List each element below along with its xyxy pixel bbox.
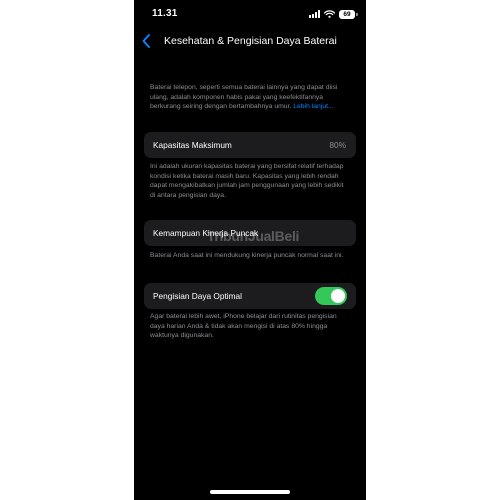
optimized-charging-toggle[interactable] [315,287,347,305]
phone-screen: 11.31 69 Kesehatan & Pengisian Daya Bate… [134,0,366,500]
cellular-signal-icon [309,10,320,18]
optimized-charging-row: Pengisian Daya Optimal [144,283,356,309]
chevron-left-icon[interactable] [139,32,155,50]
battery-icon: 69 [339,9,358,19]
toggle-knob [331,289,345,303]
home-indicator[interactable] [210,490,290,494]
peak-performance-description: Baterai Anda saat ini mendukung kinerja … [150,252,344,259]
max-capacity-description: Ini adalah ukuran kapasitas baterai yang… [150,163,344,199]
learn-more-link[interactable]: Lebih lanjut... [293,103,333,110]
max-capacity-label: Kapasitas Maksimum [153,140,232,150]
status-icons: 69 [309,5,358,23]
max-capacity-row: Kapasitas Maksimum 80% [144,132,356,158]
optimized-charging-description: Agar baterai lebih awet, iPhone belajar … [150,313,337,340]
intro-description: Baterai telepon, seperti semua baterai l… [150,83,350,112]
status-time: 11.31 [152,8,178,19]
wifi-icon [323,5,336,23]
max-capacity-value: 80% [329,140,346,150]
page-title: Kesehatan & Pengisian Daya Baterai [164,35,337,47]
peak-performance-row: Kemampuan Kinerja Puncak [144,220,356,246]
status-bar: 11.31 69 [134,0,366,28]
optimized-charging-label: Pengisian Daya Optimal [153,291,243,301]
nav-bar: Kesehatan & Pengisian Daya Baterai [134,30,366,52]
peak-performance-label: Kemampuan Kinerja Puncak [153,228,259,238]
